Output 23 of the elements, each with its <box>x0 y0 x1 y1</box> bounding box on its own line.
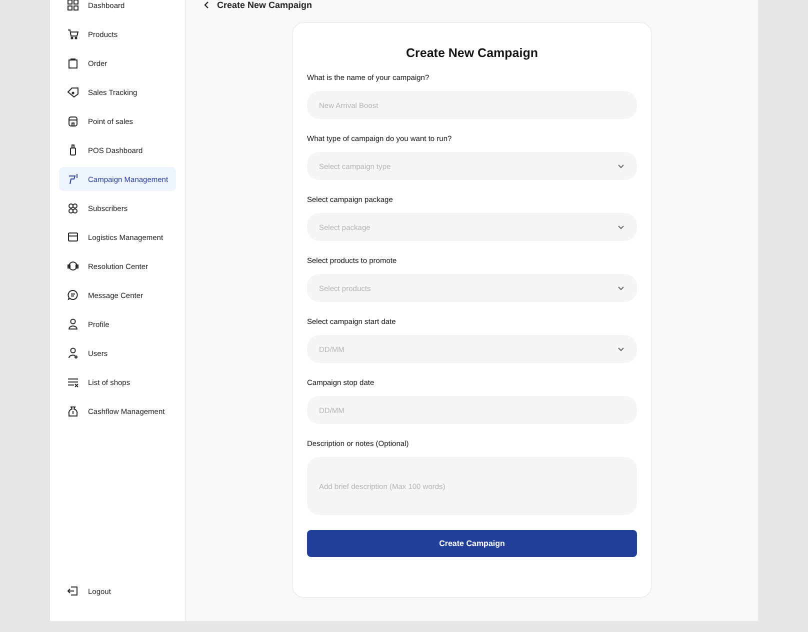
chevron-down-icon <box>617 223 625 231</box>
device-icon <box>67 144 79 156</box>
create-campaign-button[interactable]: Create Campaign <box>307 530 637 557</box>
bag-icon <box>67 57 79 69</box>
back-icon[interactable] <box>203 1 209 9</box>
grid-icon <box>67 0 79 11</box>
form-title: Create New Campaign <box>405 46 539 60</box>
moneybag-icon <box>67 405 79 417</box>
shop-icon <box>67 231 79 243</box>
list-icon <box>67 376 79 388</box>
logout-icon <box>67 585 79 597</box>
chat-icon <box>67 289 79 301</box>
user-icon <box>67 347 79 359</box>
cart-icon <box>67 28 79 40</box>
chevron-down-icon <box>617 284 625 292</box>
chevron-down-icon <box>617 345 625 353</box>
page-title: Create New Campaign <box>217 0 312 10</box>
chevron-down-icon <box>617 162 625 170</box>
person-icon <box>67 318 79 330</box>
tag-icon <box>67 86 79 98</box>
people-icon <box>67 202 79 214</box>
headset-icon <box>67 260 79 272</box>
store-icon <box>67 115 79 127</box>
